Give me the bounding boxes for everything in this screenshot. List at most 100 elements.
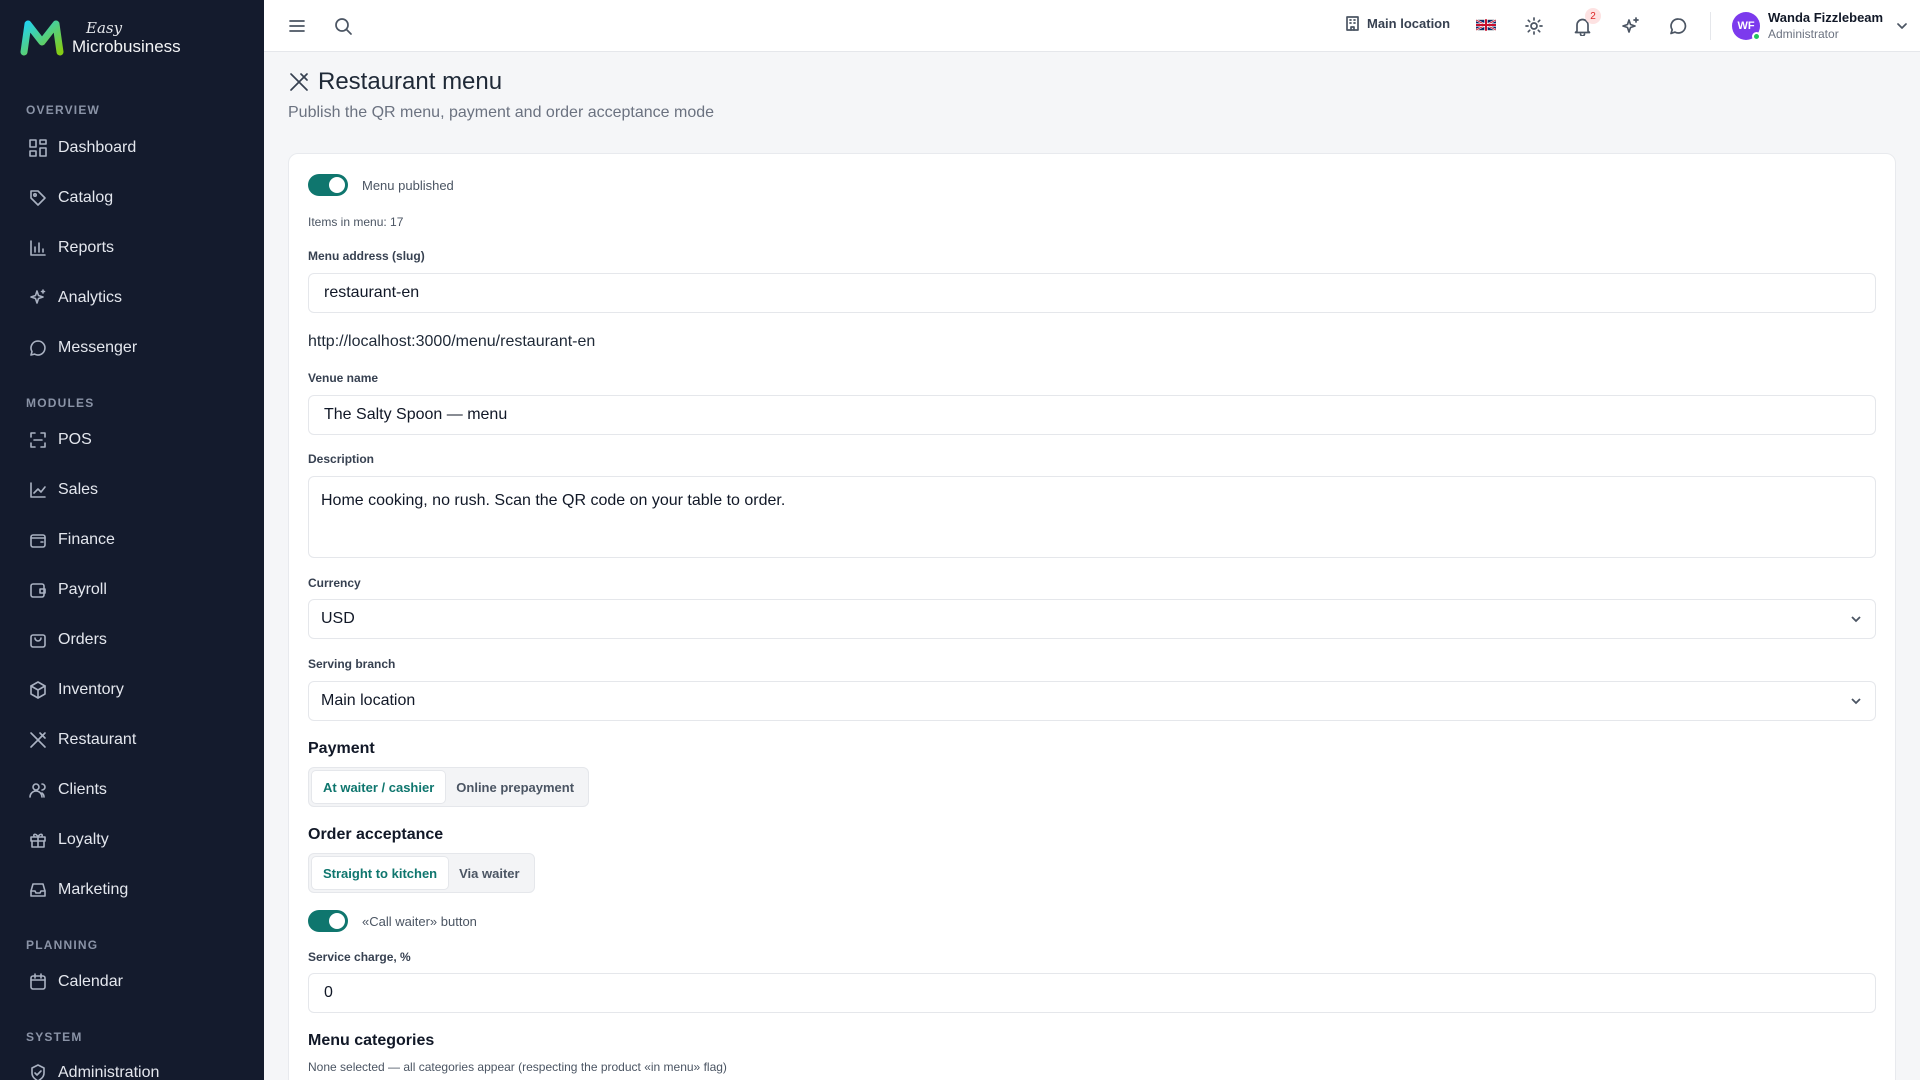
payment-option-waiter[interactable]: At waiter / cashier [312, 771, 446, 803]
sidebar-item-label: Calendar [58, 973, 123, 990]
sidebar-item-label: Inventory [58, 681, 124, 698]
venue-name-input[interactable]: The Salty Spoon — menu [308, 395, 1876, 435]
sidebar-item-label: Restaurant [58, 731, 137, 748]
wallet-icon [30, 534, 46, 548]
description-textarea[interactable]: Home cooking, no rush. Scan the QR code … [308, 476, 1876, 558]
search-icon[interactable] [332, 15, 354, 37]
sidebar-item-dashboard[interactable]: Dashboard [0, 123, 264, 173]
chevron-down-icon [1851, 698, 1861, 705]
nav-section-modules: MODULES [26, 396, 95, 410]
sidebar-item-administration[interactable]: Administration [0, 1048, 264, 1080]
building-icon [1346, 16, 1359, 31]
menu-categories-hint: None selected — all categories appear (r… [308, 1060, 727, 1074]
chevron-down-icon [1897, 22, 1907, 29]
sidebar-item-label: Marketing [58, 881, 129, 898]
sparkles-icon[interactable] [1619, 15, 1641, 37]
sidebar-item-reports[interactable]: Reports [0, 223, 264, 273]
user-menu[interactable]: WF Wanda Fizzlebeam Administrator [1732, 10, 1909, 41]
chat-bubble-icon[interactable] [1667, 15, 1689, 37]
sidebar-item-analytics[interactable]: Analytics [0, 273, 264, 323]
payment-option-online[interactable]: Online prepayment [445, 771, 585, 803]
sidebar-item-label: POS [58, 431, 92, 448]
chat-bubble-icon [30, 340, 46, 356]
currency-label: Currency [308, 576, 361, 590]
service-charge-input[interactable]: 0 [308, 973, 1876, 1013]
page-subtitle: Publish the QR menu, payment and order a… [288, 104, 715, 121]
user-name: Wanda Fizzlebeam [1768, 10, 1884, 25]
items-in-menu-count: Items in menu: 17 [308, 215, 404, 229]
restaurant-menu-form: Menu published Items in menu: 17 Menu ad… [288, 153, 1896, 1080]
sidebar-item-catalog[interactable]: Catalog [0, 173, 264, 223]
payment-segmented-control: At waiter / cashier Online prepayment [308, 767, 590, 807]
location-selector[interactable]: Main location [1344, 15, 1450, 32]
sidebar-item-payroll[interactable]: Payroll [0, 565, 264, 615]
calendar-icon [30, 973, 46, 990]
sidebar-item-orders[interactable]: Orders [0, 615, 264, 665]
scan-icon [30, 432, 46, 448]
order-option-kitchen[interactable]: Straight to kitchen [312, 857, 449, 889]
sidebar-item-label: Sales [58, 481, 99, 498]
sparkles-icon [30, 289, 46, 304]
sidebar-item-restaurant[interactable]: Restaurant [0, 715, 264, 765]
sun-icon[interactable] [1523, 15, 1545, 37]
currency-select[interactable]: USD [308, 599, 1876, 639]
sidebar-item-label: Dashboard [58, 139, 137, 156]
avatar-initials: WF [1737, 19, 1755, 32]
menu-categories-heading: Menu categories [308, 1032, 435, 1049]
menu-url[interactable]: http://localhost:3000/menu/restaurant-en [308, 333, 595, 351]
topbar-divider [1710, 12, 1711, 40]
bar-chart-icon [30, 240, 46, 256]
sidebar-item-marketing[interactable]: Marketing [0, 865, 264, 915]
shield-check-icon [31, 1064, 45, 1080]
sidebar-item-label: Payroll [58, 581, 107, 598]
location-label: Main location [1367, 16, 1451, 31]
sidebar-item-inventory[interactable]: Inventory [0, 665, 264, 715]
description-label: Description [308, 452, 375, 466]
online-status-dot [1752, 31, 1761, 41]
sidebar-item-clients[interactable]: Clients [0, 765, 264, 815]
sidebar-item-loyalty[interactable]: Loyalty [0, 815, 264, 865]
order-option-waiter[interactable]: Via waiter [448, 857, 530, 889]
order-acceptance-heading: Order acceptance [308, 826, 444, 843]
slug-input[interactable]: restaurant-en [308, 273, 1876, 313]
menu-icon[interactable] [286, 15, 308, 37]
payment-heading: Payment [308, 740, 375, 757]
dashboard-icon [29, 139, 47, 157]
sidebar-item-messenger[interactable]: Messenger [0, 323, 264, 373]
nav-section-planning: PLANNING [26, 938, 99, 952]
app-logo[interactable]: Easy Microbusiness [0, 0, 264, 76]
order-acceptance-segmented-control: Straight to kitchen Via waiter [308, 853, 535, 893]
logo-mark-icon [20, 20, 64, 56]
sidebar-item-label: Catalog [58, 189, 114, 206]
menu-published-toggle[interactable] [308, 174, 348, 196]
inbox-icon [30, 883, 46, 897]
wallet-card-icon [30, 583, 46, 598]
sidebar-item-label: Orders [58, 631, 107, 648]
serving-branch-label: Serving branch [308, 657, 396, 671]
logo-easy-text: Easy [86, 19, 123, 37]
gift-icon [30, 833, 46, 848]
call-waiter-toggle[interactable] [308, 910, 348, 932]
venue-name-label: Venue name [308, 371, 379, 385]
sidebar-item-calendar[interactable]: Calendar [0, 957, 264, 1007]
call-waiter-label: «Call waiter» button [362, 914, 477, 929]
serving-branch-select[interactable]: Main location [308, 681, 1876, 721]
topbar: Main location 2 WF Wanda Fizzlebeam Admi… [264, 0, 1920, 52]
sidebar-item-pos[interactable]: POS [0, 415, 264, 465]
sidebar-item-sales[interactable]: Sales [0, 465, 264, 515]
slug-label: Menu address (slug) [308, 249, 425, 263]
service-charge-label: Service charge, % [308, 950, 411, 964]
bell-icon[interactable]: 2 [1571, 8, 1601, 37]
uk-flag-icon[interactable] [1476, 18, 1496, 32]
shopping-bag-icon [30, 634, 46, 648]
tag-icon [30, 190, 46, 206]
serving-branch-value: Main location [321, 692, 416, 709]
utensils-crossed-icon [30, 732, 46, 748]
sidebar-item-label: Analytics [58, 289, 123, 306]
sidebar-item-finance[interactable]: Finance [0, 515, 264, 565]
sidebar-item-label: Administration [58, 1064, 160, 1080]
menu-published-label: Menu published [362, 178, 454, 193]
logo-name-text: Microbusiness [72, 37, 181, 56]
line-chart-icon [30, 482, 46, 498]
currency-value: USD [321, 610, 355, 627]
